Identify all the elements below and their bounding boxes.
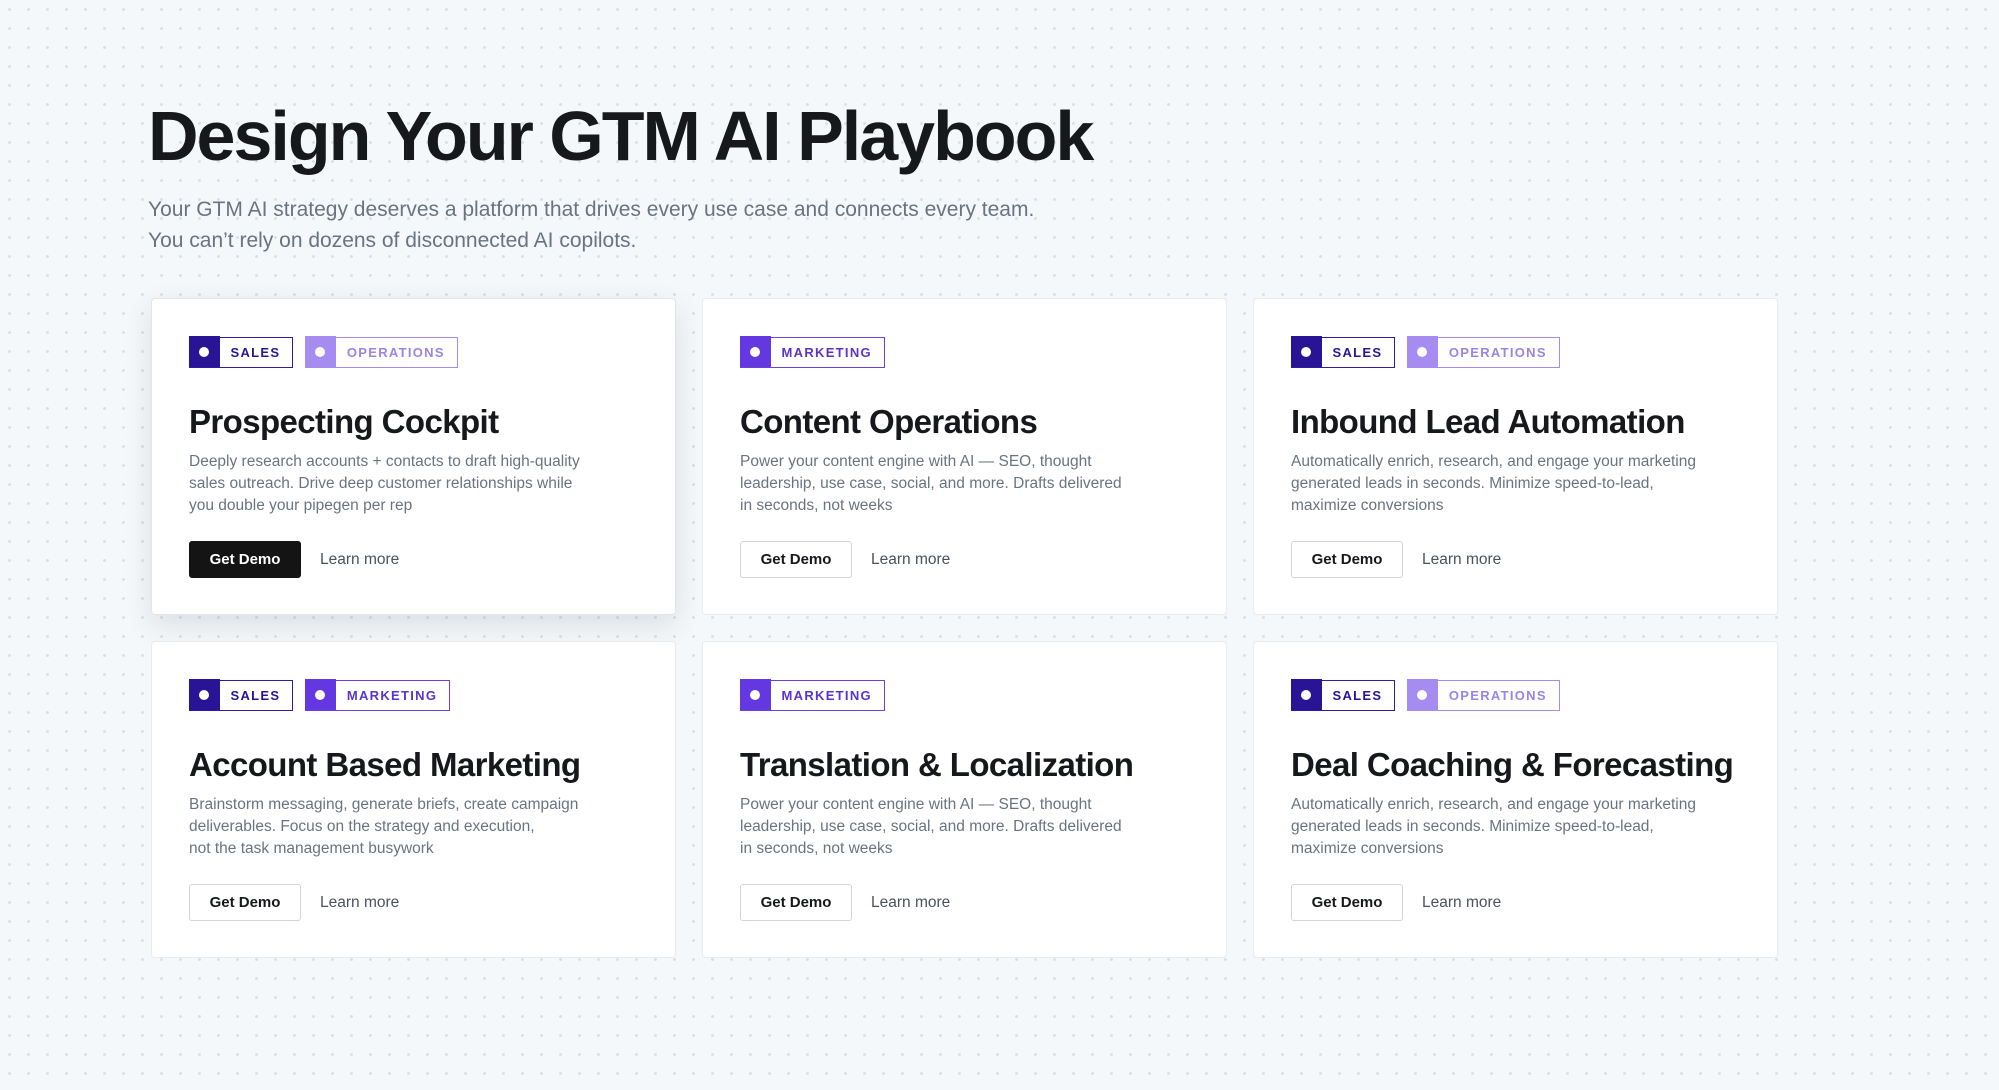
card-actions: Get Demo Learn more [1291,541,1501,578]
desc-line: Power your content engine with AI — SEO,… [740,796,1092,813]
tag-square-icon [188,336,220,368]
card-title: Account Based Marketing [189,746,581,783]
card-tags: MARKETING [739,336,1189,368]
tag-marketing: MARKETING [739,679,885,711]
tag-label: MARKETING [781,345,872,360]
card-tags: MARKETING [739,679,1189,711]
card-tags: SALES MARKETING [188,679,638,711]
tag-marketing: MARKETING [304,679,451,711]
tag-square-icon [739,679,771,711]
tag-label: SALES [1332,688,1383,703]
tag-sales: SALES [1290,679,1396,711]
get-demo-button[interactable]: Get Demo [1291,884,1403,921]
desc-line: generated leads in seconds. Minimize spe… [1291,475,1654,492]
card-title: Deal Coaching & Forecasting [1291,746,1734,783]
card-description: Power your content engine with AI — SEO,… [740,794,1160,860]
card-tags: SALES OPERATIONS [1290,336,1740,368]
tag-label: SALES [230,688,281,703]
get-demo-button[interactable]: Get Demo [740,884,852,921]
card-title: Content Operations [740,403,1038,440]
card-tags: SALES OPERATIONS [1290,679,1740,711]
desc-line: Automatically enrich, research, and enga… [1291,796,1696,813]
card-translation-localization[interactable]: MARKETING Translation & Localization Pow… [702,641,1227,958]
desc-line: Brainstorm messaging, generate briefs, c… [189,796,579,813]
get-demo-button[interactable]: Get Demo [189,541,301,578]
desc-line: sales outreach. Drive deep customer rela… [189,475,573,492]
card-description: Automatically enrich, research, and enga… [1291,794,1711,860]
desc-line: maximize conversions [1291,497,1444,514]
desc-line: Power your content engine with AI — SEO,… [740,453,1092,470]
desc-line: not the task management busywork [189,840,434,857]
card-deal-coaching-forecasting[interactable]: SALES OPERATIONS Deal Coaching & Forecas… [1253,641,1778,958]
subtitle-line: You can’t rely on dozens of disconnected… [148,229,637,252]
desc-line: in seconds, not weeks [740,497,893,514]
card-title: Translation & Localization [740,746,1134,783]
learn-more-link[interactable]: Learn more [1422,894,1501,912]
card-title: Inbound Lead Automation [1291,403,1685,440]
tag-marketing: MARKETING [739,336,885,368]
card-title: Prospecting Cockpit [189,403,499,440]
tag-square-icon [1406,679,1438,711]
tag-square-icon [304,336,336,368]
learn-more-link[interactable]: Learn more [1422,551,1501,569]
card-actions: Get Demo Learn more [189,884,399,921]
card-description: Deeply research accounts + contacts to d… [189,451,609,517]
card-content-operations[interactable]: MARKETING Content Operations Power your … [702,298,1227,615]
card-prospecting-cockpit[interactable]: SALES OPERATIONS Prospecting Cockpit Dee… [151,298,676,615]
get-demo-button[interactable]: Get Demo [740,541,852,578]
get-demo-button[interactable]: Get Demo [1291,541,1403,578]
tag-label: OPERATIONS [1448,345,1547,360]
desc-line: in seconds, not weeks [740,840,893,857]
desc-line: leadership, use case, social, and more. … [740,475,1122,492]
card-actions: Get Demo Learn more [740,884,950,921]
tag-operations: OPERATIONS [304,336,458,368]
desc-line: leadership, use case, social, and more. … [740,818,1122,835]
desc-line: Automatically enrich, research, and enga… [1291,453,1696,470]
subtitle-line: Your GTM AI strategy deserves a platform… [148,198,1035,221]
tag-label: OPERATIONS [1448,688,1547,703]
tag-label: OPERATIONS [346,345,445,360]
tag-label: SALES [230,345,281,360]
desc-line: you double your pipegen per rep [189,497,413,514]
desc-line: deliverables. Focus on the strategy and … [189,818,535,835]
tag-sales: SALES [1290,336,1396,368]
card-account-based-marketing[interactable]: SALES MARKETING Account Based Marketing … [151,641,676,958]
use-case-grid: SALES OPERATIONS Prospecting Cockpit Dee… [151,298,1779,958]
tag-operations: OPERATIONS [1406,336,1560,368]
learn-more-link[interactable]: Learn more [871,551,950,569]
tag-square-icon [188,679,220,711]
tag-label: MARKETING [346,688,438,703]
desc-line: generated leads in seconds. Minimize spe… [1291,818,1654,835]
tag-operations: OPERATIONS [1406,679,1560,711]
tag-label: SALES [1332,345,1383,360]
card-tags: SALES OPERATIONS [188,336,638,368]
tag-label: MARKETING [781,688,872,703]
hero-section: Design Your GTM AI Playbook Your GTM AI … [148,96,1348,256]
card-description: Brainstorm messaging, generate briefs, c… [189,794,609,860]
card-description: Power your content engine with AI — SEO,… [740,451,1160,517]
card-inbound-lead-automation[interactable]: SALES OPERATIONS Inbound Lead Automation… [1253,298,1778,615]
card-description: Automatically enrich, research, and enga… [1291,451,1711,517]
learn-more-link[interactable]: Learn more [871,894,950,912]
card-actions: Get Demo Learn more [740,541,950,578]
tag-sales: SALES [188,679,294,711]
learn-more-link[interactable]: Learn more [320,551,399,569]
tag-square-icon [1406,336,1438,368]
desc-line: Deeply research accounts + contacts to d… [189,453,580,470]
tag-square-icon [739,336,771,368]
learn-more-link[interactable]: Learn more [320,894,399,912]
tag-square-icon [1290,679,1322,711]
tag-square-icon [1290,336,1322,368]
card-actions: Get Demo Learn more [189,541,399,578]
page-subtitle: Your GTM AI strategy deserves a platform… [148,194,1348,256]
card-actions: Get Demo Learn more [1291,884,1501,921]
desc-line: maximize conversions [1291,840,1444,857]
get-demo-button[interactable]: Get Demo [189,884,301,921]
tag-square-icon [304,679,336,711]
tag-sales: SALES [188,336,294,368]
page-title: Design Your GTM AI Playbook [148,97,1094,175]
